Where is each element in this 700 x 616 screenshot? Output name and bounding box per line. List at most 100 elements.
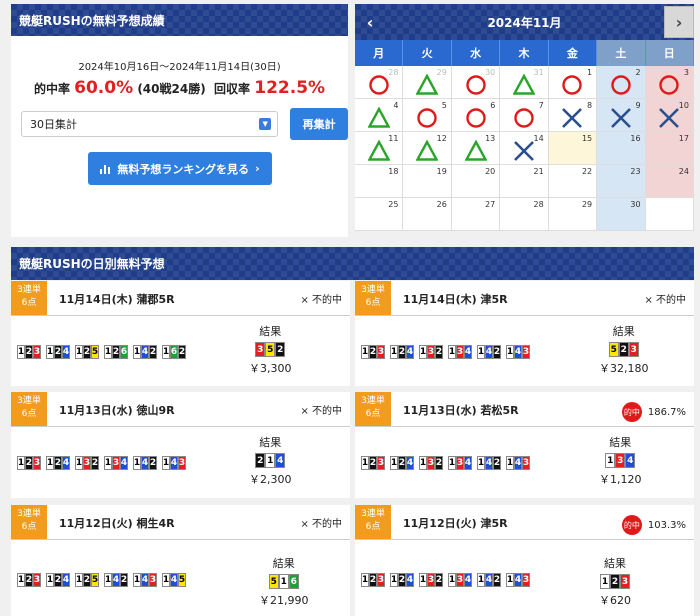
calendar-day[interactable]: 8 <box>548 99 598 132</box>
boat-number: 3 <box>456 345 464 359</box>
calendar-day[interactable]: 11 <box>355 132 404 165</box>
performance-panel: 競艇RUSHの無料予想成績 2024年10月16日～2024年11月14日(30… <box>11 4 348 237</box>
day-number: 28 <box>388 68 399 77</box>
boat-number: 1 <box>278 574 289 589</box>
triangle-mark-icon <box>367 139 390 161</box>
day-number: 29 <box>436 68 447 77</box>
boat-number: 1 <box>104 573 112 587</box>
calendar-day[interactable]: 12 <box>403 132 452 165</box>
boat-number: 5 <box>91 345 99 359</box>
boat-number: 2 <box>120 573 128 587</box>
calendar-month-title: 2024年11月 <box>487 15 562 30</box>
race-title: 11月13日(水) 徳山9R <box>59 404 175 417</box>
weekday-6: 日 <box>645 40 694 66</box>
calendar-day[interactable]: 3 <box>645 66 694 99</box>
bet-list: 123124132134142143 <box>361 345 530 359</box>
day-number: 14 <box>533 134 544 143</box>
return-rate: 122.5% <box>254 78 326 98</box>
boat-combo: 134 <box>448 573 472 587</box>
prediction-card[interactable]: 3連単 6点 11月12日(火) 桐生4R × 不的中 1 2 3 1 2 4 1 2 5 1 4 2 1 4 3 1… <box>11 505 350 616</box>
triangle-mark-icon <box>416 73 439 95</box>
calendar-day: 18 <box>355 165 404 198</box>
payout: ￥620 <box>599 594 631 607</box>
prediction-card[interactable]: 3連単 6点 11月13日(水) 若松5R 的中 186.7% 1 2 3 1 2 4 1 3 2 1 3 4 1… <box>355 392 694 498</box>
recalc-button[interactable]: 再集計 <box>290 108 348 140</box>
prediction-card[interactable]: 3連単 6点 11月13日(水) 徳山9R × 不的中 1 2 3 1 2 4 1 3 2 1 3 4 1 4 2 1… <box>11 392 350 498</box>
result-block: 結果 5 2 3 ￥32,180 <box>599 323 649 376</box>
hit-badge: 的中 <box>621 515 642 535</box>
triangle-mark-icon <box>416 139 439 161</box>
boat-number: 2 <box>610 574 620 589</box>
bet-type-tag: 3連単 6点 <box>355 281 391 315</box>
boat-number: 3 <box>255 342 266 357</box>
bet-type-tag: 3連単 6点 <box>11 281 47 315</box>
period-select[interactable]: 30日集計 ▼ <box>21 111 279 137</box>
boat-number: 1 <box>506 345 514 359</box>
boat-combo: 132 <box>419 345 443 359</box>
boat-number: 3 <box>628 342 639 357</box>
day-number: 29 <box>581 200 593 209</box>
prediction-card[interactable]: 3連単 6点 11月14日(木) 津5R × 不的中 1 2 3 1 2 4 1 3 2 1 3 4 1 4 2 1 4… <box>355 281 694 386</box>
day-number: 30 <box>485 68 496 77</box>
calendar-day[interactable]: 28 <box>355 66 404 99</box>
hit-badge: 的中 <box>621 402 642 422</box>
prev-month-button[interactable]: ‹ <box>355 6 385 38</box>
calendar-day[interactable]: 9 <box>597 99 646 132</box>
calendar-day[interactable]: 31 <box>500 66 549 99</box>
bet-type-tag: 3連単 6点 <box>355 505 391 539</box>
race-status: × 不的中 <box>300 291 342 306</box>
boat-number: 2 <box>83 573 91 587</box>
day-number: 4 <box>393 101 399 110</box>
race-status: 的中 186.7% <box>621 402 686 422</box>
calendar-day[interactable]: 4 <box>355 99 404 132</box>
ranking-button[interactable]: 無料予想ランキングを見る › <box>87 152 272 185</box>
race-status: 的中 103.3% <box>621 515 686 535</box>
calendar-day: 22 <box>548 165 598 198</box>
boat-combo: 123 <box>361 345 385 359</box>
calendar-day[interactable]: 14 <box>500 132 549 165</box>
calendar-day: 16 <box>597 132 646 165</box>
calendar-day[interactable]: 30 <box>451 66 501 99</box>
boat-number: 4 <box>62 345 70 359</box>
boat-number: 1 <box>448 456 456 470</box>
divider <box>11 315 350 316</box>
calendar-day[interactable]: 6 <box>451 99 501 132</box>
boat-number: 1 <box>133 345 141 359</box>
boat-number: 3 <box>620 574 630 589</box>
calendar-day[interactable]: 10 <box>645 99 694 132</box>
boat-combo: 134 <box>599 453 642 468</box>
boat-number: 2 <box>493 345 501 359</box>
boat-number: 4 <box>464 573 472 587</box>
boat-combo: 132 <box>419 456 443 470</box>
daily-title: 競艇RUSHの日別無料予想 <box>11 247 694 280</box>
calendar-day[interactable]: 29 <box>403 66 452 99</box>
prediction-card[interactable]: 3連単 6点 11月14日(木) 蒲郡5R × 不的中 1 2 3 1 2 4 1 2 5 1 2 6 1 4 2 1… <box>11 281 350 386</box>
next-month-button[interactable]: › <box>664 6 694 38</box>
calendar-day[interactable]: 2 <box>597 66 646 99</box>
boat-number: 1 <box>361 573 369 587</box>
day-number: 10 <box>678 101 689 110</box>
day-number: 3 <box>683 68 689 77</box>
calendar-day[interactable]: 7 <box>500 99 549 132</box>
boat-combo: 124 <box>46 573 70 587</box>
boat-number: 4 <box>485 345 493 359</box>
boat-number: 3 <box>83 456 91 470</box>
boat-number: 2 <box>618 342 629 357</box>
payout: ￥2,300 <box>249 473 292 486</box>
weekday-4: 金 <box>549 40 598 66</box>
day-number: 7 <box>538 101 544 110</box>
status-value: × 不的中 <box>300 519 342 530</box>
day-number: 26 <box>436 200 447 209</box>
calendar-day[interactable]: 5 <box>403 99 452 132</box>
boat-number: 1 <box>104 345 112 359</box>
boat-number: 3 <box>456 456 464 470</box>
prediction-card[interactable]: 3連単 6点 11月12日(火) 津5R 的中 103.3% 1 2 3 1 2 4 1 3 2 1 3 4 1 4… <box>355 505 694 616</box>
status-value: × 不的中 <box>300 406 342 417</box>
boat-number: 3 <box>377 573 385 587</box>
bet-list: 123124125142143145 <box>17 573 186 587</box>
record: (40戦24勝) <box>137 82 206 96</box>
calendar-day[interactable]: 13 <box>451 132 501 165</box>
calendar-day[interactable]: 1 <box>548 66 598 99</box>
calendar-day: 28 <box>500 198 549 231</box>
boat-number: 1 <box>162 345 170 359</box>
